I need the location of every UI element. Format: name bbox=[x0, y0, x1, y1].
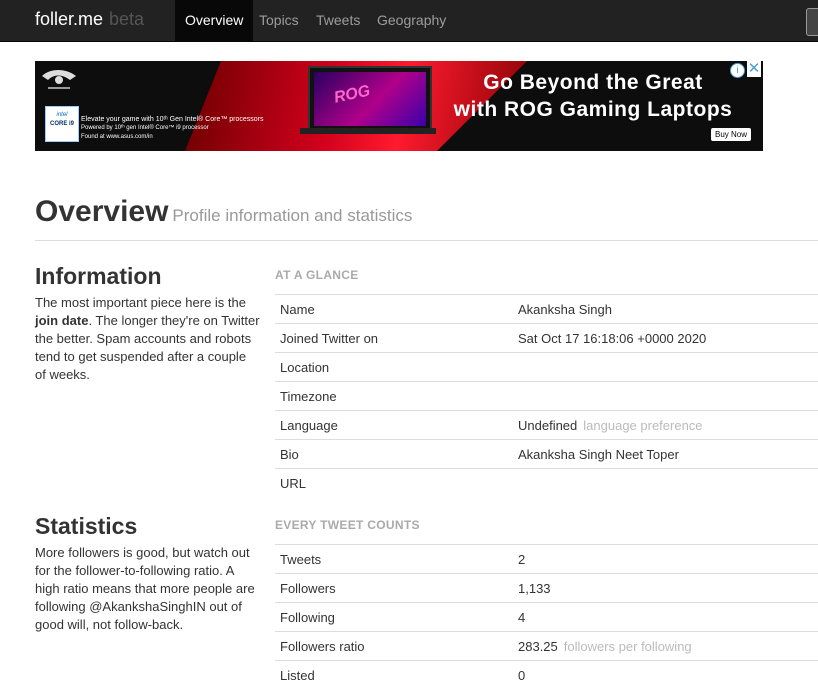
table-row: Joined Twitter on Sat Oct 17 16:18:06 +00… bbox=[275, 323, 818, 352]
page-header: Overview Profile information and statisti… bbox=[35, 195, 412, 229]
row-label-following: Following bbox=[280, 610, 335, 625]
table-row: Tweets 2 bbox=[275, 544, 818, 573]
statistics-title: Statistics bbox=[35, 513, 138, 539]
table-row: Location bbox=[275, 352, 818, 381]
ad-laptop-screen: ROG bbox=[314, 72, 426, 126]
table-row: Following 4 bbox=[275, 602, 818, 631]
ad-close-icon[interactable]: ✕ bbox=[747, 61, 761, 77]
name-value: Akanksha Singh bbox=[518, 302, 612, 317]
table-row: URL bbox=[275, 468, 818, 497]
page-title: Overview bbox=[35, 195, 169, 228]
table-row: Listed 0 bbox=[275, 660, 818, 689]
ad-headline: Go Beyond the Great with ROG Gaming Lapt… bbox=[433, 69, 753, 123]
ad-fine-print: Elevate your game with 10ᵗʰ Gen Intel® C… bbox=[81, 115, 264, 142]
brand-beta-label: beta bbox=[109, 9, 145, 29]
row-label-joined: Joined Twitter on bbox=[280, 331, 379, 346]
intel-badge-model: CORE i9 bbox=[49, 121, 74, 127]
ad-fine-line-3: Found at www.asus.com/in bbox=[81, 134, 153, 140]
nav-tab-geography[interactable]: Geography bbox=[367, 0, 456, 41]
row-label-name: Name bbox=[280, 302, 315, 317]
table-row: Bio Akanksha Singh Neet Toper bbox=[275, 439, 818, 468]
table-row: Name Akanksha Singh bbox=[275, 294, 818, 323]
row-label-url: URL bbox=[280, 476, 307, 491]
information-table: Name Akanksha Singh Joined Twitter on Sat … bbox=[275, 294, 818, 497]
table-row: Timezone bbox=[275, 381, 818, 410]
information-desc-bold: join date bbox=[35, 313, 89, 328]
row-value-joined: Sat Oct 17 16:18:06 +0000 2020 bbox=[518, 331, 706, 346]
nav-tab-overview[interactable]: Overview bbox=[175, 0, 254, 41]
row-label-timezone: Timezone bbox=[280, 389, 337, 404]
followers-ratio-value: 283.25 bbox=[518, 639, 558, 654]
row-label-location: Location bbox=[280, 360, 330, 375]
followers-value: 1,133 bbox=[518, 581, 551, 596]
ad-fine-line-1: Elevate your game with 10ᵗʰ Gen Intel® C… bbox=[81, 116, 264, 123]
language-value: Undefined bbox=[518, 418, 578, 433]
row-value-bio: Akanksha Singh Neet Toper bbox=[518, 447, 679, 462]
ad-fine-line-2: Powered by 10ᵗʰ gen Intel® Core™ i9 proc… bbox=[81, 125, 209, 131]
ad-headline-line-2: with ROG Gaming Laptops bbox=[453, 98, 733, 121]
row-value-name: Akanksha Singh bbox=[518, 302, 612, 317]
nav-tab-topics[interactable]: Topics bbox=[249, 0, 309, 41]
ad-buy-now-button[interactable]: Buy Now bbox=[711, 128, 752, 141]
ad-info-icon[interactable]: i bbox=[730, 63, 745, 78]
language-note: language preference bbox=[583, 418, 703, 433]
row-label-followers: Followers bbox=[280, 581, 336, 596]
joined-value: Sat Oct 17 16:18:06 +0000 2020 bbox=[518, 331, 707, 346]
rog-logo-icon bbox=[42, 70, 76, 89]
nav-tab-tweets[interactable]: Tweets bbox=[306, 0, 370, 41]
following-value: 4 bbox=[518, 610, 526, 625]
row-label-bio: Bio bbox=[280, 447, 299, 462]
table-row: Language Undefined language preference bbox=[275, 410, 818, 439]
ad-laptop-screen-text: ROG bbox=[332, 82, 372, 107]
ad-banner[interactable]: intel CORE i9 Elevate your game with 10ᵗ… bbox=[35, 61, 763, 151]
row-label-followers-ratio: Followers ratio bbox=[280, 639, 365, 654]
row-label-listed: Listed bbox=[280, 668, 315, 683]
information-title: Information bbox=[35, 263, 162, 289]
every-tweet-counts-heading: EVERY TWEET COUNTS bbox=[275, 518, 420, 532]
ad-laptop-image: ROG bbox=[308, 66, 432, 132]
table-row: Followers 1,133 bbox=[275, 573, 818, 602]
intel-core-badge: intel CORE i9 bbox=[45, 106, 79, 142]
followers-ratio-note: followers per following bbox=[563, 639, 692, 654]
table-row: Followers ratio 283.25 followers per follo… bbox=[275, 631, 818, 660]
information-desc-start: The most important piece here is the bbox=[35, 295, 246, 310]
top-navbar: foller.me beta Overview Topics Tweets Geo… bbox=[0, 0, 818, 42]
header-divider bbox=[35, 240, 818, 241]
intel-badge-brand: intel bbox=[56, 112, 68, 118]
brand-logo[interactable]: foller.me beta bbox=[35, 9, 144, 30]
at-a-glance-heading: AT A GLANCE bbox=[275, 268, 359, 282]
page-subtitle: Profile information and statistics bbox=[172, 206, 413, 225]
navbar-toggle-button[interactable] bbox=[806, 8, 818, 36]
ad-laptop-base bbox=[300, 128, 436, 134]
brand-name[interactable]: foller.me bbox=[35, 9, 103, 29]
bio-value: Akanksha Singh Neet Toper bbox=[518, 447, 679, 462]
row-label-tweets: Tweets bbox=[280, 552, 322, 567]
statistics-description: More followers is good, but watch out fo… bbox=[35, 545, 255, 632]
listed-value: 0 bbox=[518, 668, 526, 683]
row-value-followers-ratio: 283.25 followers per following bbox=[518, 639, 692, 654]
row-label-language: Language bbox=[280, 418, 338, 433]
tweets-value: 2 bbox=[518, 552, 526, 567]
row-value-language: Undefined language preference bbox=[518, 418, 703, 433]
ad-headline-line-1: Go Beyond the Great bbox=[483, 71, 703, 94]
information-description: The most important piece here is the joi… bbox=[35, 294, 260, 384]
statistics-table: Tweets 2 Followers 1,133 Following 4 Follow… bbox=[275, 544, 818, 689]
